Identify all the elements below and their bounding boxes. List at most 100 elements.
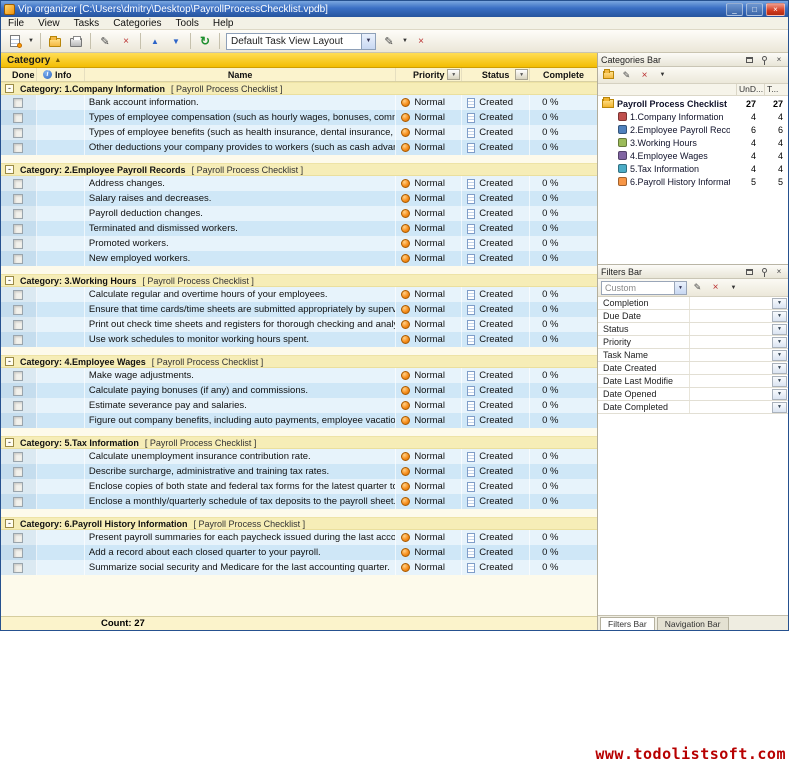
- done-checkbox[interactable]: [13, 452, 23, 462]
- menu-item[interactable]: Tasks: [67, 17, 107, 29]
- move-up-button[interactable]: ▲: [145, 32, 165, 51]
- done-checkbox[interactable]: [13, 533, 23, 543]
- task-row[interactable]: Make wage adjustments. Normal Created 0 …: [1, 368, 597, 383]
- tree-undone-column[interactable]: UnD...: [736, 84, 764, 95]
- maximize-button[interactable]: □: [746, 3, 763, 16]
- task-name[interactable]: Address changes.: [85, 176, 396, 191]
- filter-dropdown-button[interactable]: ▼: [772, 324, 787, 335]
- done-checkbox[interactable]: [13, 497, 23, 507]
- filter-dropdown-button[interactable]: ▼: [772, 337, 787, 348]
- task-name[interactable]: Print out check time sheets and register…: [85, 317, 396, 332]
- column-header-complete[interactable]: Complete: [530, 68, 597, 81]
- task-row[interactable]: New employed workers. Normal Created 0 %: [1, 251, 597, 266]
- menu-item[interactable]: File: [1, 17, 31, 29]
- delete-category-button[interactable]: ×: [637, 68, 652, 82]
- column-header-name[interactable]: Name: [85, 68, 396, 81]
- print-button[interactable]: [66, 32, 86, 51]
- task-row[interactable]: Terminated and dismissed workers. Normal…: [1, 221, 597, 236]
- task-name[interactable]: Calculate regular and overtime hours of …: [85, 287, 396, 302]
- task-row[interactable]: Describe surcharge, administrative and t…: [1, 464, 597, 479]
- task-name[interactable]: Terminated and dismissed workers.: [85, 221, 396, 236]
- done-checkbox[interactable]: [13, 143, 23, 153]
- done-checkbox[interactable]: [13, 467, 23, 477]
- done-checkbox[interactable]: [13, 254, 23, 264]
- column-header-info[interactable]: i Info: [37, 68, 85, 81]
- task-row[interactable]: Estimate severance pay and salaries. Nor…: [1, 398, 597, 413]
- filter-dropdown-button[interactable]: ▼: [772, 350, 787, 361]
- undock-icon[interactable]: [743, 54, 755, 65]
- filter-dropdown-button[interactable]: ▼: [772, 311, 787, 322]
- group-header[interactable]: - Category: 5.Tax Information [ Payroll …: [1, 436, 597, 449]
- delete-task-button[interactable]: ×: [116, 32, 136, 51]
- group-header[interactable]: - Category: 6.Payroll History Informatio…: [1, 517, 597, 530]
- task-name[interactable]: Use work schedules to monitor working ho…: [85, 332, 396, 347]
- pin-icon[interactable]: [758, 54, 770, 65]
- task-row[interactable]: Address changes. Normal Created 0 %: [1, 176, 597, 191]
- status-filter-button[interactable]: ▼: [515, 69, 528, 80]
- edit-task-button[interactable]: ✎: [95, 32, 115, 51]
- open-button[interactable]: [45, 32, 65, 51]
- layout-combo[interactable]: Default Task View Layout ▼: [226, 33, 376, 50]
- task-name[interactable]: Calculate paying bonuses (if any) and co…: [85, 383, 396, 398]
- collapse-icon[interactable]: -: [5, 357, 14, 366]
- task-row[interactable]: Payroll deduction changes. Normal Create…: [1, 206, 597, 221]
- panel-tab[interactable]: Navigation Bar: [657, 617, 729, 630]
- remove-layout-button[interactable]: ×: [411, 32, 431, 51]
- task-name[interactable]: Calculate unemployment insurance contrib…: [85, 449, 396, 464]
- menu-item[interactable]: Help: [206, 17, 241, 29]
- priority-filter-button[interactable]: ▼: [447, 69, 460, 80]
- task-name[interactable]: Types of employee compensation (such as …: [85, 110, 396, 125]
- tree-root-item[interactable]: Payroll Process Checklist 27 27: [598, 97, 788, 110]
- refresh-button[interactable]: ↻: [195, 32, 215, 51]
- undock-icon[interactable]: [743, 266, 755, 277]
- task-row[interactable]: Enclose copies of both state and federal…: [1, 479, 597, 494]
- done-checkbox[interactable]: [13, 224, 23, 234]
- task-row[interactable]: Add a record about each closed quarter t…: [1, 545, 597, 560]
- done-checkbox[interactable]: [13, 563, 23, 573]
- done-checkbox[interactable]: [13, 386, 23, 396]
- filter-dropdown-button[interactable]: ▼: [772, 376, 787, 387]
- task-name[interactable]: Payroll deduction changes.: [85, 206, 396, 221]
- menu-item[interactable]: Categories: [106, 17, 168, 29]
- task-row[interactable]: Present payroll summaries for each paych…: [1, 530, 597, 545]
- group-header[interactable]: - Category: 1.Company Information [ Payr…: [1, 82, 597, 95]
- done-checkbox[interactable]: [13, 239, 23, 249]
- task-name[interactable]: Describe surcharge, administrative and t…: [85, 464, 396, 479]
- done-checkbox[interactable]: [13, 209, 23, 219]
- tree-category-item[interactable]: 5.Tax Information 4 4: [598, 162, 788, 175]
- filter-dropdown-button[interactable]: ▼: [772, 402, 787, 413]
- new-task-button[interactable]: [5, 32, 25, 51]
- edit-category-button[interactable]: ✎: [619, 68, 634, 82]
- group-by-band[interactable]: Category ▲: [1, 53, 597, 68]
- done-checkbox[interactable]: [13, 98, 23, 108]
- done-checkbox[interactable]: [13, 305, 23, 315]
- task-row[interactable]: Promoted workers. Normal Created 0 %: [1, 236, 597, 251]
- minimize-button[interactable]: _: [726, 3, 743, 16]
- tree-category-item[interactable]: 4.Employee Wages 4 4: [598, 149, 788, 162]
- task-name[interactable]: Enclose copies of both state and federal…: [85, 479, 396, 494]
- done-checkbox[interactable]: [13, 194, 23, 204]
- task-row[interactable]: Use work schedules to monitor working ho…: [1, 332, 597, 347]
- task-name[interactable]: Salary raises and decreases.: [85, 191, 396, 206]
- panel-tab[interactable]: Filters Bar: [600, 617, 655, 630]
- collapse-icon[interactable]: -: [5, 519, 14, 528]
- collapse-icon[interactable]: -: [5, 165, 14, 174]
- done-checkbox[interactable]: [13, 401, 23, 411]
- task-name[interactable]: Bank account information.: [85, 95, 396, 110]
- tree-total-column[interactable]: T...: [764, 84, 788, 95]
- new-task-dropdown[interactable]: ▼: [26, 32, 36, 51]
- group-header[interactable]: - Category: 3.Working Hours [ Payroll Pr…: [1, 274, 597, 287]
- task-name[interactable]: Enclose a monthly/quarterly schedule of …: [85, 494, 396, 509]
- task-row[interactable]: Enclose a monthly/quarterly schedule of …: [1, 494, 597, 509]
- column-header-done[interactable]: Done: [1, 68, 37, 81]
- filters-more-dropdown[interactable]: ▼: [726, 281, 741, 295]
- done-checkbox[interactable]: [13, 113, 23, 123]
- task-row[interactable]: Figure out company benefits, including a…: [1, 413, 597, 428]
- task-name[interactable]: Present payroll summaries for each paych…: [85, 530, 396, 545]
- column-header-status[interactable]: Status ▼: [462, 68, 530, 81]
- close-panel-icon[interactable]: ×: [773, 54, 785, 65]
- tree-category-item[interactable]: 2.Employee Payroll Records 6 6: [598, 123, 788, 136]
- collapse-icon[interactable]: -: [5, 438, 14, 447]
- done-checkbox[interactable]: [13, 128, 23, 138]
- task-row[interactable]: Calculate paying bonuses (if any) and co…: [1, 383, 597, 398]
